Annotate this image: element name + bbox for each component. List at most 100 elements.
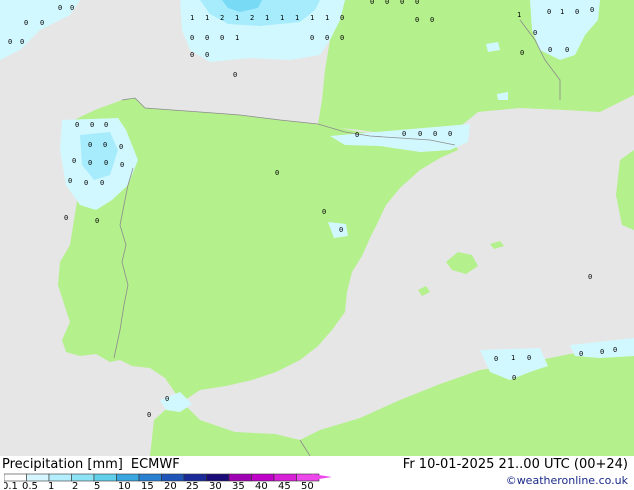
map-value: 0 (72, 157, 76, 165)
map-value: 0 (385, 0, 389, 6)
map-value: 1 (560, 8, 564, 16)
map-value: 1 (190, 14, 194, 22)
map-value: 0 (415, 16, 419, 24)
scale-label: 5 (94, 481, 100, 490)
map-value: 1 (205, 14, 209, 22)
color-scale-box (4, 473, 27, 482)
map-value: 0 (448, 130, 452, 138)
map-value: 1 (235, 14, 239, 22)
color-scale: 0.1 0.5 1 2 5 10 15 20 25 30 35 40 45 50 (4, 473, 332, 490)
map-value: 0 (575, 8, 579, 16)
color-scale-box (71, 473, 95, 482)
map-value: 0 (355, 131, 359, 139)
map-value: 0 (339, 226, 343, 234)
scale-label: 0.1 (4, 481, 18, 490)
color-scale-box (48, 473, 72, 482)
map-value: 0 (103, 141, 107, 149)
map-value: 0 (590, 6, 594, 14)
map-value: 0 (325, 34, 329, 42)
map-value: 0 (68, 177, 72, 185)
scale-label: 50 (301, 481, 314, 490)
color-scale-box (138, 473, 162, 482)
legend-title: Precipitation [mm] ECMWF (2, 457, 180, 472)
parameter-title: Precipitation [mm] (2, 457, 123, 472)
map-value: 1 (511, 354, 515, 362)
color-scale-box (228, 473, 252, 482)
map-value: 0 (104, 159, 108, 167)
color-scale-box (26, 473, 50, 482)
color-scale-box (251, 473, 275, 482)
map-value: 0 (90, 121, 94, 129)
map-value: 0 (70, 4, 74, 12)
map-value: 0 (88, 141, 92, 149)
map-value: 0 (588, 273, 592, 281)
scale-label: 0.5 (22, 481, 38, 490)
scale-label: 10 (118, 481, 131, 490)
model-name: ECMWF (130, 457, 180, 472)
scale-label: 15 (141, 481, 154, 490)
map-value: 0 (20, 38, 24, 46)
map-value: 0 (84, 179, 88, 187)
map-value: 0 (205, 51, 209, 59)
map-value: 0 (418, 130, 422, 138)
map-footer: Precipitation [mm] ECMWF Fr 10-01-2025 21… (0, 456, 634, 490)
map-value: 0 (415, 0, 419, 6)
map-value: 0 (433, 130, 437, 138)
scale-label: 20 (164, 481, 177, 490)
map-value: 0 (370, 0, 374, 6)
map-value: 0 (275, 169, 279, 177)
scale-label: 40 (255, 481, 268, 490)
map-value: 0 (95, 217, 99, 225)
color-scale-box (183, 473, 207, 482)
map-value: 2 (250, 14, 254, 22)
map-value: 0 (520, 49, 524, 57)
map-value: 0 (58, 4, 62, 12)
color-scale-box (93, 473, 117, 482)
scale-label: 35 (232, 481, 245, 490)
color-scale-boxes (4, 473, 320, 482)
color-scale-box (116, 473, 140, 482)
map-value: 1 (265, 14, 269, 22)
map-value: 0 (527, 354, 531, 362)
map-value: 0 (75, 121, 79, 129)
scale-label: 30 (209, 481, 222, 490)
scale-label: 45 (278, 481, 291, 490)
map-value: 0 (402, 130, 406, 138)
map-value: 1 (325, 14, 329, 22)
map-value: 0 (100, 179, 104, 187)
map-value: 0 (340, 34, 344, 42)
map-value: 0 (190, 34, 194, 42)
map-value: 0 (190, 51, 194, 59)
map-value: 0 (400, 0, 404, 6)
map-value: 1 (280, 14, 284, 22)
scale-label: 2 (72, 481, 78, 490)
map-value: 0 (40, 19, 44, 27)
map-value: 0 (579, 350, 583, 358)
color-scale-box (206, 473, 230, 482)
map-value: 0 (430, 16, 434, 24)
map-value: 0 (340, 14, 344, 22)
color-scale-labels: 0.1 0.5 1 2 5 10 15 20 25 30 35 40 45 50 (4, 481, 314, 490)
map-value: 0 (8, 38, 12, 46)
map-value: 0 (205, 34, 209, 42)
map-value: 2 (220, 14, 224, 22)
map-value: 0 (533, 29, 537, 37)
scale-label: 25 (186, 481, 199, 490)
map-value: 0 (310, 34, 314, 42)
map-value: 1 (235, 34, 239, 42)
map-value: 0 (120, 161, 124, 169)
map-value: 0 (494, 355, 498, 363)
credit-link[interactable]: ©weatheronline.co.uk (506, 474, 628, 487)
map-value: 1 (517, 11, 521, 19)
map-value: 0 (220, 34, 224, 42)
map-value: 0 (88, 159, 92, 167)
map-value: 0 (104, 121, 108, 129)
map-value: 1 (310, 14, 314, 22)
forecast-datetime: Fr 10-01-2025 21..00 UTC (00+24) (402, 457, 628, 472)
map-value: 0 (147, 411, 151, 419)
color-scale-box (273, 473, 297, 482)
map-value: 0 (565, 46, 569, 54)
map-value: 0 (24, 19, 28, 27)
color-scale-box (161, 473, 185, 482)
map-value: 0 (64, 214, 68, 222)
